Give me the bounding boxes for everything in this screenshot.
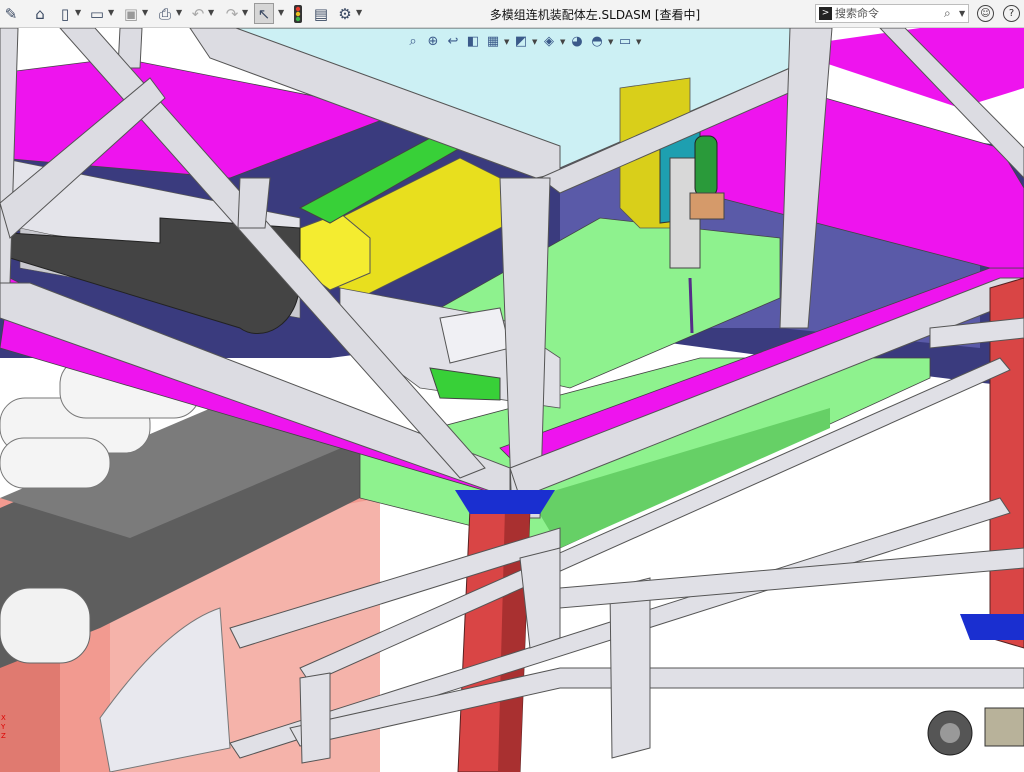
triad-z-label: Z xyxy=(1,732,6,740)
new-document-icon[interactable]: ▯ xyxy=(56,3,74,24)
traffic-light-icon[interactable] xyxy=(292,3,304,24)
search-icon[interactable]: ⌕ xyxy=(944,6,951,21)
display-style-dropdown-icon[interactable]: ▼ xyxy=(532,38,538,46)
previous-view-icon[interactable]: ↩ xyxy=(444,33,462,51)
view-settings-dropdown-icon[interactable]: ▼ xyxy=(636,38,642,46)
new-dropdown-icon[interactable]: ▼ xyxy=(75,8,81,17)
save-icon[interactable]: ▣ xyxy=(122,3,140,24)
hide-show-dropdown-icon[interactable]: ▼ xyxy=(560,38,566,46)
search-dropdown-icon[interactable]: ▼ xyxy=(959,9,965,18)
heads-up-view-toolbar: ⌕ ⊕ ↩ ◧ ▦ ▼ ◩ ▼ ◈ ▼ ◕ ◓ ▼ ▭ ▼ xyxy=(404,31,642,53)
zoom-to-fit-icon[interactable]: ⌕ xyxy=(404,33,422,51)
command-prompt-icon: > xyxy=(819,7,832,20)
reference-triad: X Y Z xyxy=(1,714,6,741)
print-dropdown-icon[interactable]: ▼ xyxy=(176,8,182,17)
home-icon[interactable]: ⌂ xyxy=(30,3,50,24)
title-bar: ✎ ⌂ ▯ ▼ ▭ ▼ ▣ ▼ ⎙ ▼ ↶ ▼ ↷ ▼ ↖ ▼ ▤ ⚙ ▼ 多模… xyxy=(0,0,1024,28)
user-account-icon[interactable]: ☺ xyxy=(977,5,994,22)
view-orientation-dropdown-icon[interactable]: ▼ xyxy=(504,38,510,46)
window-title: 多模组连机装配体左.SLDASM [查看中] xyxy=(489,8,701,22)
open-icon[interactable]: ▭ xyxy=(88,3,106,24)
zoom-area-icon[interactable]: ⊕ xyxy=(424,33,442,51)
graphics-viewport[interactable]: ⌕ ⊕ ↩ ◧ ▦ ▼ ◩ ▼ ◈ ▼ ◕ ◓ ▼ ▭ ▼ X Y Z xyxy=(0,28,1024,772)
redo-icon[interactable]: ↷ xyxy=(224,3,240,24)
print-icon[interactable]: ⎙ xyxy=(156,3,174,24)
open-dropdown-icon[interactable]: ▼ xyxy=(108,8,114,17)
options-gear-icon[interactable]: ⚙ xyxy=(336,3,354,24)
save-dropdown-icon[interactable]: ▼ xyxy=(142,8,148,17)
view-orientation-icon[interactable]: ◩ xyxy=(512,33,530,51)
scene-dropdown-icon[interactable]: ▼ xyxy=(608,38,614,46)
search-commands-input[interactable] xyxy=(835,6,939,21)
triad-y-label: Y xyxy=(1,723,6,731)
apply-scene-icon[interactable]: ◓ xyxy=(588,33,606,51)
options-dropdown-icon[interactable]: ▼ xyxy=(356,8,362,17)
undo-icon[interactable]: ↶ xyxy=(190,3,206,24)
undo-dropdown-icon[interactable]: ▼ xyxy=(208,8,214,17)
pin-icon[interactable]: ✎ xyxy=(4,3,18,24)
help-icon[interactable]: ? xyxy=(1003,5,1020,22)
redo-dropdown-icon[interactable]: ▼ xyxy=(242,8,248,17)
dynamic-annotation-icon[interactable]: ▦ xyxy=(484,33,502,51)
edit-appearance-icon[interactable]: ◕ xyxy=(568,33,586,51)
triad-x-label: X xyxy=(1,714,6,722)
file-properties-icon[interactable]: ▤ xyxy=(312,3,330,24)
view-settings-icon[interactable]: ▭ xyxy=(616,33,634,51)
select-dropdown-icon[interactable]: ▼ xyxy=(278,8,284,17)
select-icon[interactable]: ↖ xyxy=(254,3,274,24)
search-box[interactable]: > ⌕ ▼ xyxy=(815,4,969,23)
assembly-model-render xyxy=(0,28,1024,772)
hide-show-icon[interactable]: ◈ xyxy=(540,33,558,51)
section-view-icon[interactable]: ◧ xyxy=(464,33,482,51)
